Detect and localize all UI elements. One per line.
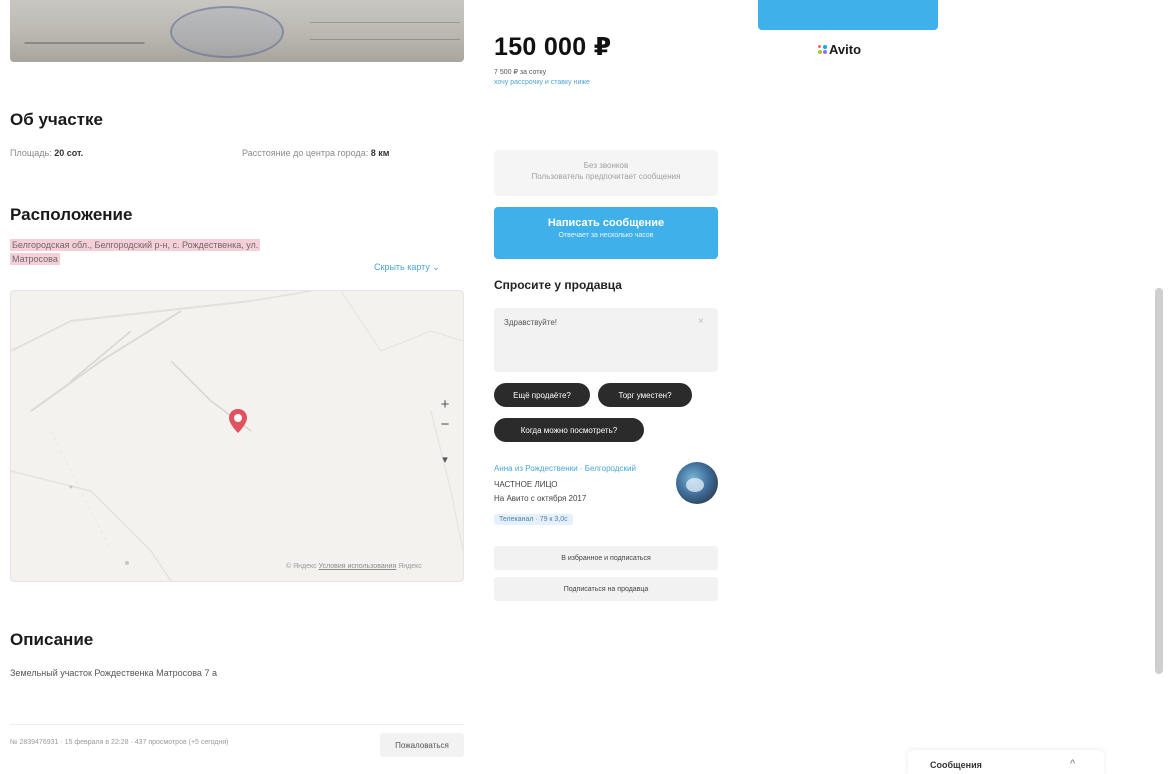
listing-photo[interactable] bbox=[10, 0, 464, 62]
param-distance: Расстояние до центра города: 8 км bbox=[242, 148, 389, 158]
listing-meta: № 2839476931 · 15 февраля в 22:28 · 437 … bbox=[10, 739, 229, 746]
hide-map-label: Скрыть карту bbox=[374, 262, 430, 272]
avatar[interactable] bbox=[676, 462, 718, 504]
avito-logo-text: Avito bbox=[829, 42, 862, 57]
quick-reply-chip[interactable]: Ещё продаёте? bbox=[494, 383, 590, 407]
area-label: Площадь: bbox=[10, 148, 52, 158]
chevron-up-icon: ^ bbox=[1070, 758, 1076, 770]
phone-line-2: Пользователь предпочитает сообщения bbox=[531, 172, 681, 181]
map-credit-prefix: © Яндекс bbox=[286, 563, 317, 570]
description-text: Земельный участок Рождественка Матросова… bbox=[10, 668, 217, 678]
price-link[interactable]: хочу рассрочку и ставку ниже bbox=[494, 78, 590, 88]
ask-seller-title: Спросите у продавца bbox=[494, 278, 622, 292]
subscribe-seller-button[interactable]: Подписаться на продавца bbox=[494, 577, 718, 601]
messages-label: Сообщения bbox=[930, 760, 982, 770]
favorite-subscribe-button[interactable]: В избранное и подписаться bbox=[494, 546, 718, 570]
write-message-label: Написать сообщение bbox=[547, 217, 665, 229]
photo-handwriting bbox=[24, 28, 148, 44]
photo-lines bbox=[310, 22, 460, 40]
zoom-in-button[interactable]: + bbox=[437, 396, 453, 413]
price-details: 7 500 ₽ за сотку хочу рассрочку и ставку… bbox=[494, 68, 590, 88]
seller-since: На Авито с октября 2017 bbox=[494, 494, 587, 503]
zoom-out-button[interactable]: − bbox=[437, 416, 453, 433]
seller-name[interactable]: Анна из Рождественки · Белгородский bbox=[494, 464, 636, 473]
listing-footer: № 2839476931 · 15 февраля в 22:28 · 437 … bbox=[10, 724, 464, 765]
seller-type: ЧАСТНОЕ ЛИЦО bbox=[494, 480, 558, 489]
location-pin-icon[interactable] bbox=[229, 409, 247, 433]
hide-map-link[interactable]: Скрыть карту ⌄ bbox=[374, 262, 440, 273]
map-terms-link[interactable]: Условия использования bbox=[319, 563, 397, 570]
page: Об участке Площадь: 20 сот. Расстояние д… bbox=[0, 0, 1170, 774]
map[interactable]: + − ▾ © Яндекс Условия использования Янд… bbox=[10, 290, 464, 582]
write-message-sub: Отвечает за несколько часов bbox=[558, 232, 654, 239]
area-value: 20 сот. bbox=[54, 148, 84, 158]
seller-badge: Телеканал · 79 к 3,0с bbox=[494, 514, 573, 525]
about-title: Об участке bbox=[10, 110, 103, 129]
price-per-unit: 7 500 ₽ за сотку bbox=[494, 69, 547, 76]
ask-seller-input[interactable]: Здравствуйте! bbox=[494, 308, 718, 372]
write-message-button[interactable]: Написать сообщение Отвечает за несколько… bbox=[494, 207, 718, 259]
chevron-down-icon: ⌄ bbox=[432, 262, 440, 272]
quick-reply-chip[interactable]: Когда можно посмотреть? bbox=[494, 418, 644, 442]
scrollbar[interactable] bbox=[1155, 288, 1163, 674]
map-roads bbox=[11, 291, 463, 581]
clear-icon[interactable]: × bbox=[698, 316, 704, 327]
param-area: Площадь: 20 сот. bbox=[10, 148, 83, 158]
distance-label: Расстояние до центра города: bbox=[242, 148, 369, 158]
top-action-button[interactable] bbox=[758, 0, 938, 30]
address-line-2: Матросова bbox=[10, 253, 60, 265]
address: Белгородская обл., Белгородский р-н, с. … bbox=[10, 238, 310, 266]
quick-reply-chip[interactable]: Торг уместен? bbox=[598, 383, 692, 407]
phone-line-1: Без звонков bbox=[583, 161, 629, 170]
seller-card: Анна из Рождественки · Белгородский ЧАСТ… bbox=[494, 462, 720, 532]
locate-icon[interactable]: ▾ bbox=[437, 453, 453, 466]
location-title: Расположение bbox=[10, 205, 133, 224]
photo-stamp bbox=[170, 6, 284, 58]
avito-dots-icon bbox=[818, 45, 828, 55]
messages-widget[interactable]: Сообщения ^ bbox=[908, 750, 1104, 774]
distance-value: 8 км bbox=[370, 148, 390, 158]
address-line-1: Белгородская обл., Белгородский р-н, с. … bbox=[10, 239, 261, 251]
map-credit-suffix: Яндекс bbox=[398, 563, 422, 570]
avito-logo[interactable]: Avito bbox=[818, 42, 861, 57]
price: 150 000 ₽ bbox=[494, 33, 612, 61]
phone-box: Без звонков Пользователь предпочитает со… bbox=[494, 150, 718, 196]
description-title: Описание bbox=[10, 630, 94, 649]
map-credit: © Яндекс Условия использования Яндекс bbox=[286, 563, 422, 570]
complain-button[interactable]: Пожаловаться bbox=[380, 733, 464, 757]
